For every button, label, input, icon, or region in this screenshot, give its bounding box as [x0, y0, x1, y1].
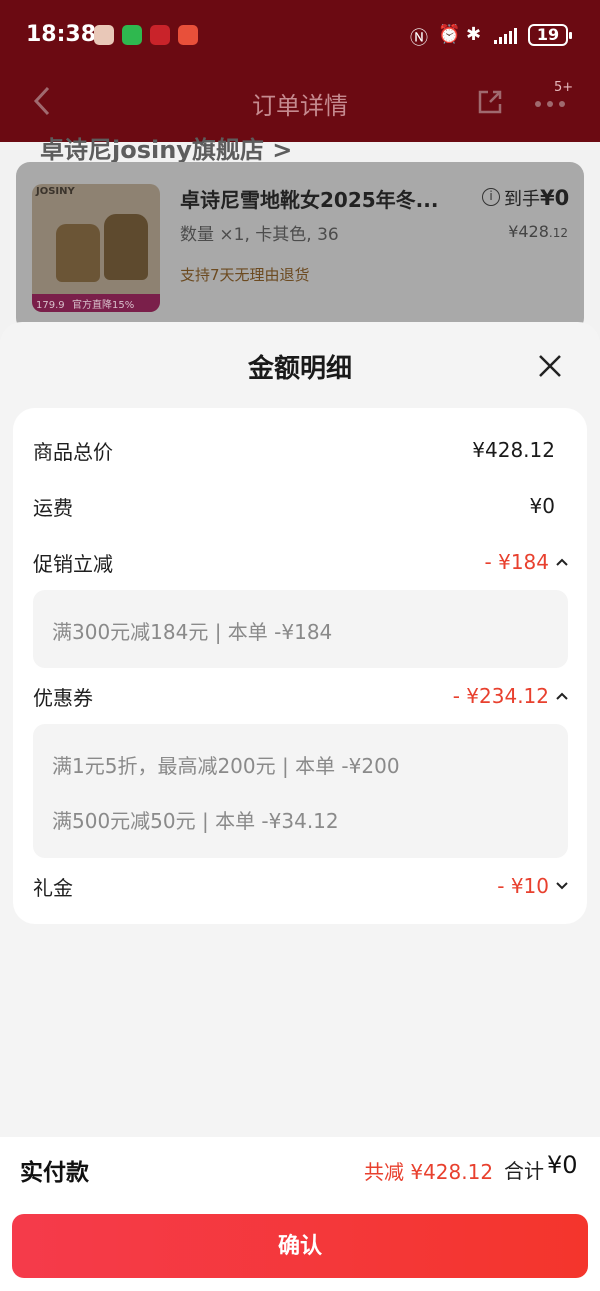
more-badge: 5+ — [554, 80, 574, 95]
product-price-main: ¥428 — [508, 222, 549, 241]
product-image-price: 179.9 — [36, 300, 65, 311]
info-icon[interactable]: i — [482, 188, 500, 206]
nfc-icon: Ⓝ — [410, 28, 428, 49]
coupon-detail-line: 满1元5折，最高减200元 | 本单 -¥200 — [52, 754, 400, 778]
promotion-detail-line: 满300元减184元 | 本单 -¥184 — [52, 620, 333, 644]
product-image-brand: JOSINY — [36, 186, 75, 197]
product-image-promo: 官方直降15% — [72, 300, 135, 311]
shop-name[interactable]: 卓诗尼josiny旗舰店 > — [40, 130, 292, 165]
goods-total-label: 商品总价 — [33, 440, 113, 464]
chevron-down-icon[interactable] — [555, 881, 569, 891]
shipping-label: 运费 — [33, 496, 73, 520]
boot-shape — [56, 224, 100, 282]
gift-value[interactable]: - ¥10 — [497, 874, 549, 898]
arrive-label: 到手 — [504, 189, 540, 210]
chevron-up-icon[interactable] — [555, 557, 569, 567]
promotion-label: 促销立减 — [33, 552, 113, 576]
return-policy: 支持7天无理由退货 — [180, 266, 310, 284]
gift-label: 礼金 — [33, 876, 73, 900]
app-notification-icon — [94, 25, 114, 45]
coupon-value[interactable]: - ¥234.12 — [453, 684, 549, 708]
shipping-value: ¥0 — [529, 494, 555, 518]
battery-icon: 19 — [528, 24, 572, 46]
promotion-value[interactable]: - ¥184 — [485, 550, 549, 574]
coupon-detail-box — [33, 724, 568, 858]
total-saved: 共减 ¥428.12 — [364, 1160, 494, 1184]
arrive-value: ¥0 — [540, 186, 570, 210]
bluetooth-icon: ✱ — [466, 24, 482, 45]
status-time: 18:38 — [26, 22, 97, 47]
product-price-cents: .12 — [548, 226, 568, 240]
total-value: ¥0 — [547, 1151, 578, 1179]
close-icon[interactable] — [536, 352, 564, 380]
signal-icon — [494, 28, 522, 44]
chevron-up-icon[interactable] — [555, 691, 569, 701]
product-image[interactable]: JOSINY 179.9 官方直降15% — [32, 184, 160, 312]
boot-shape — [104, 214, 148, 280]
product-name[interactable]: 卓诗尼雪地靴女2025年冬... — [180, 184, 470, 213]
share-icon[interactable] — [474, 86, 506, 118]
actual-pay-label: 实付款 — [20, 1160, 89, 1186]
page-title: 订单详情 — [252, 92, 348, 120]
confirm-button[interactable]: 确认 — [12, 1214, 588, 1278]
status-bar: 18:38 Ⓝ ⏰ ✱ 19 — [0, 0, 600, 70]
product-sku: 数量 ×1, 卡其色, 36 — [180, 225, 339, 245]
coupon-detail-line: 满500元减50元 | 本单 -¥34.12 — [52, 809, 339, 833]
goods-total-value: ¥428.12 — [472, 438, 555, 462]
sheet-title: 金额明细 — [247, 354, 352, 384]
wechat-icon — [122, 25, 142, 45]
more-icon[interactable] — [532, 92, 568, 112]
battery-saver-icon — [178, 25, 198, 45]
coupon-label: 优惠券 — [33, 686, 93, 710]
top-bar: 18:38 Ⓝ ⏰ ✱ 19 订单详情 5+ — [0, 0, 600, 142]
shop-app-icon — [150, 25, 170, 45]
alarm-icon: ⏰ — [438, 24, 461, 45]
product-price: ¥428.12 — [500, 222, 568, 241]
arrive-price: 到手¥0 — [504, 185, 569, 211]
total-label: 合计 — [504, 1159, 544, 1183]
